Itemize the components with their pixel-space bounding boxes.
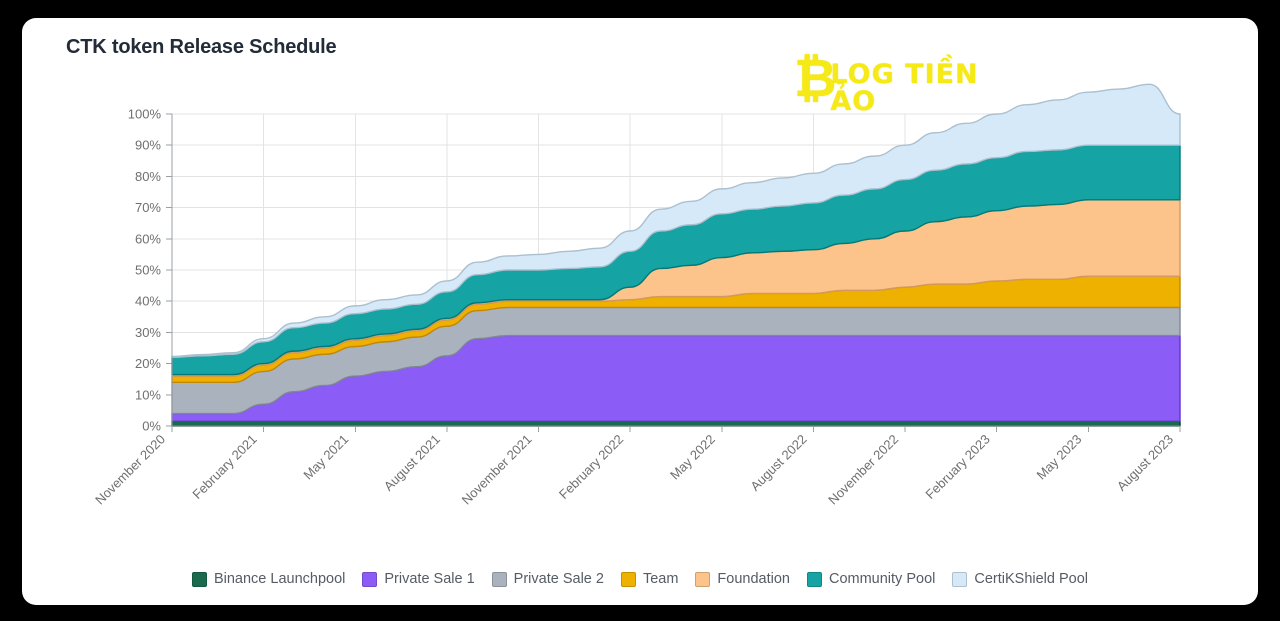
legend-swatch-icon — [952, 571, 968, 587]
legend-label: Binance Launchpool — [213, 571, 346, 587]
legend-swatch-icon — [695, 571, 711, 587]
legend-label: Team — [642, 571, 679, 587]
x-axis-tick-label: August 2021 — [381, 432, 443, 494]
y-axis-tick-label: 10% — [135, 387, 161, 402]
chart-legend: Binance Launchpool Private Sale 1 Private … — [22, 571, 1258, 587]
legend-label: Private Sale 2 — [513, 571, 604, 587]
legend-item[interactable]: Team — [620, 571, 679, 587]
legend-swatch-icon — [806, 571, 822, 587]
x-axis-tick-label: November 2021 — [459, 432, 535, 508]
y-axis-tick-label: 40% — [135, 294, 161, 309]
legend-label: Private Sale 1 — [384, 571, 475, 587]
area-series-binance-launchpool — [171, 420, 1181, 427]
legend-item[interactable]: Binance Launchpool — [191, 571, 346, 587]
y-axis-tick-label: 20% — [135, 356, 161, 371]
y-axis-tick-label: 50% — [135, 263, 161, 278]
x-axis-tick-label: August 2023 — [1114, 432, 1176, 494]
x-axis-tick-label: February 2021 — [189, 432, 259, 502]
legend-label: Community Pool — [828, 571, 936, 587]
y-axis-tick-label: 60% — [135, 231, 161, 246]
x-axis-tick-label: May 2022 — [667, 432, 718, 483]
y-axis-tick-label: 70% — [135, 200, 161, 215]
legend-swatch-icon — [620, 571, 636, 587]
legend-item[interactable]: Private Sale 1 — [362, 571, 475, 587]
legend-item[interactable]: Private Sale 2 — [491, 571, 604, 587]
x-axis-tick-label: February 2022 — [556, 432, 626, 502]
x-axis-tick-label: November 2022 — [825, 432, 901, 508]
x-axis-tick-label: May 2021 — [300, 432, 351, 483]
screenshot-frame: CTK token Release Schedule ₿ LOG TIỀN ẢO… — [0, 0, 1280, 621]
y-axis-tick-label: 90% — [135, 138, 161, 153]
legend-swatch-icon — [191, 571, 207, 587]
stacked-area-chart: 0% 10% 20% 30% 40% 50% 60% 70% 80% 90% 100% Novembe… — [92, 83, 1181, 508]
legend-item[interactable]: CertiKShield Pool — [952, 571, 1088, 587]
chart-card: CTK token Release Schedule ₿ LOG TIỀN ẢO… — [22, 18, 1258, 605]
x-axis-tick-label: February 2023 — [922, 432, 992, 502]
x-axis-tick-label: May 2023 — [1034, 432, 1085, 483]
y-axis-tick-label: 0% — [142, 419, 161, 434]
legend-swatch-icon — [362, 571, 378, 587]
y-axis-tick-label: 80% — [135, 169, 161, 184]
y-axis-tick-label: 100% — [128, 107, 162, 122]
x-axis-tick-label: August 2022 — [747, 432, 809, 494]
chart-plot-area: 0% 10% 20% 30% 40% 50% 60% 70% 80% 90% 100% Novembe… — [22, 18, 1258, 605]
legend-label: Foundation — [717, 571, 790, 587]
legend-item[interactable]: Community Pool — [806, 571, 936, 587]
y-axis-tick-label: 30% — [135, 325, 161, 340]
legend-item[interactable]: Foundation — [695, 571, 790, 587]
legend-label: CertiKShield Pool — [974, 571, 1089, 587]
x-axis-tick-label: November 2020 — [92, 432, 168, 508]
legend-swatch-icon — [491, 571, 507, 587]
